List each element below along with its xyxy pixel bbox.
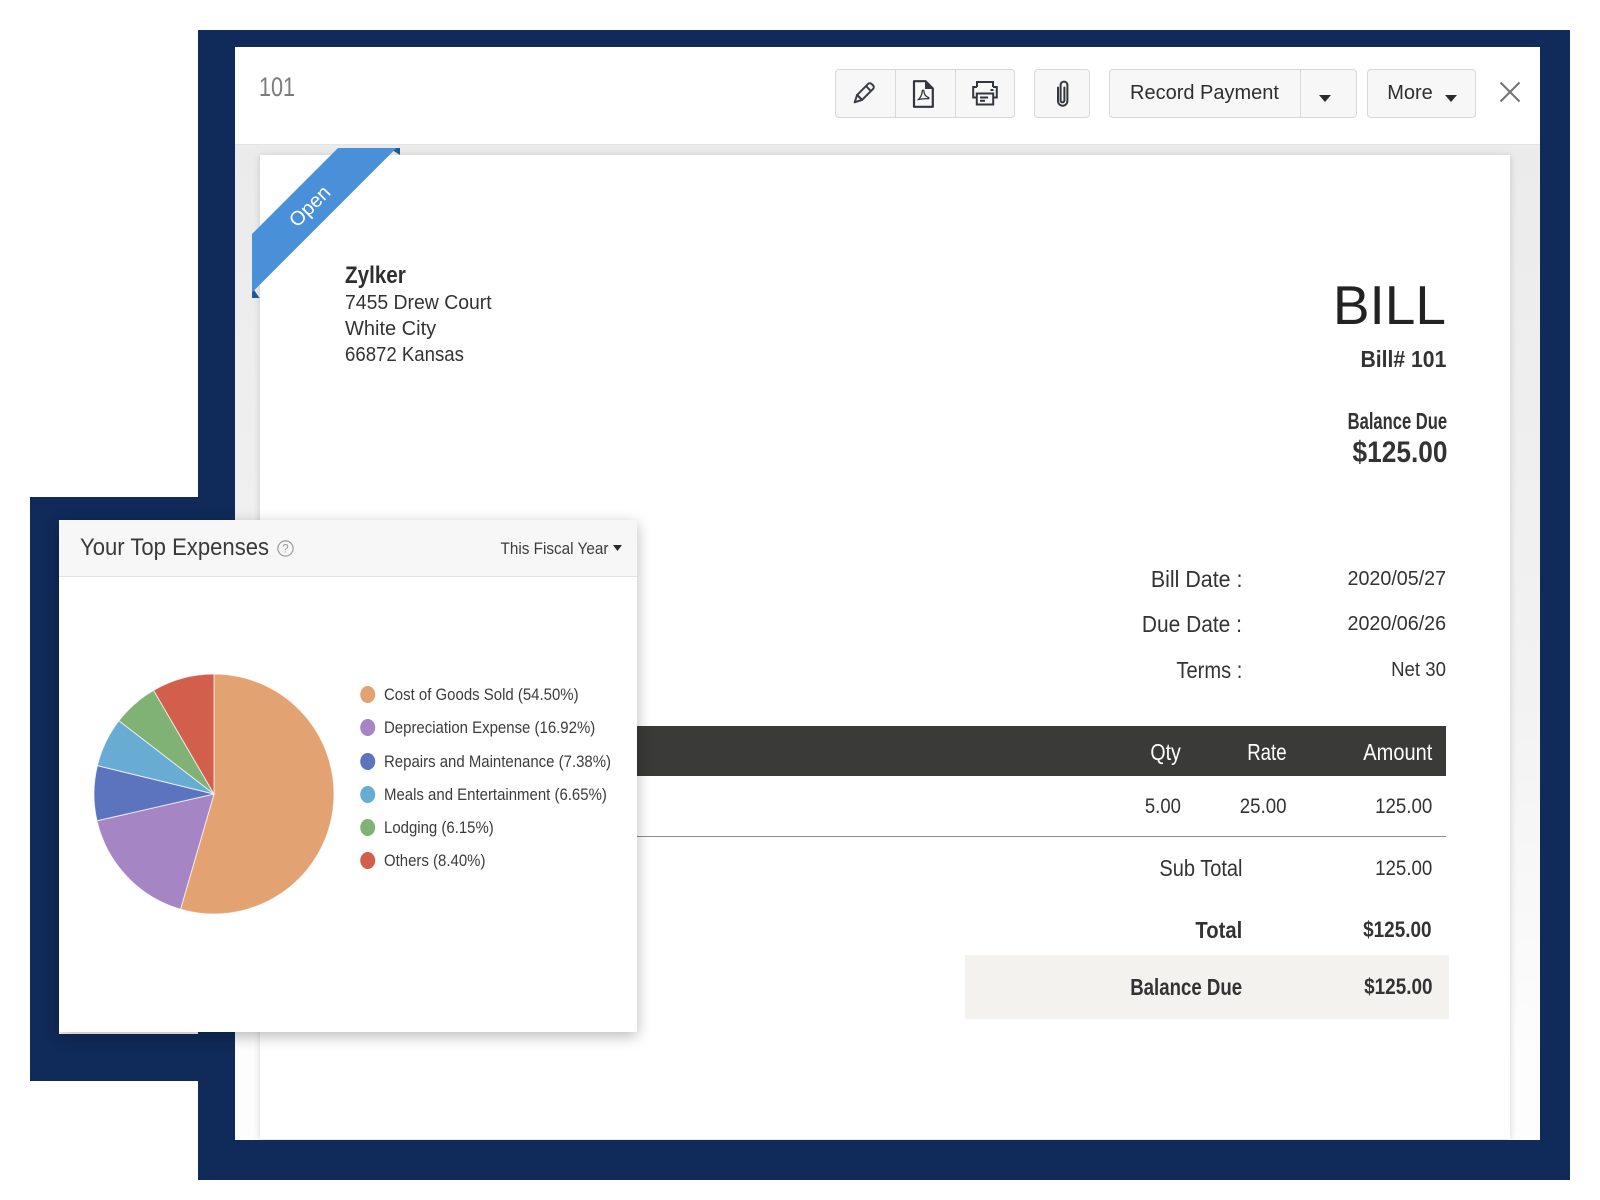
svg-text:?: ? (282, 544, 288, 556)
